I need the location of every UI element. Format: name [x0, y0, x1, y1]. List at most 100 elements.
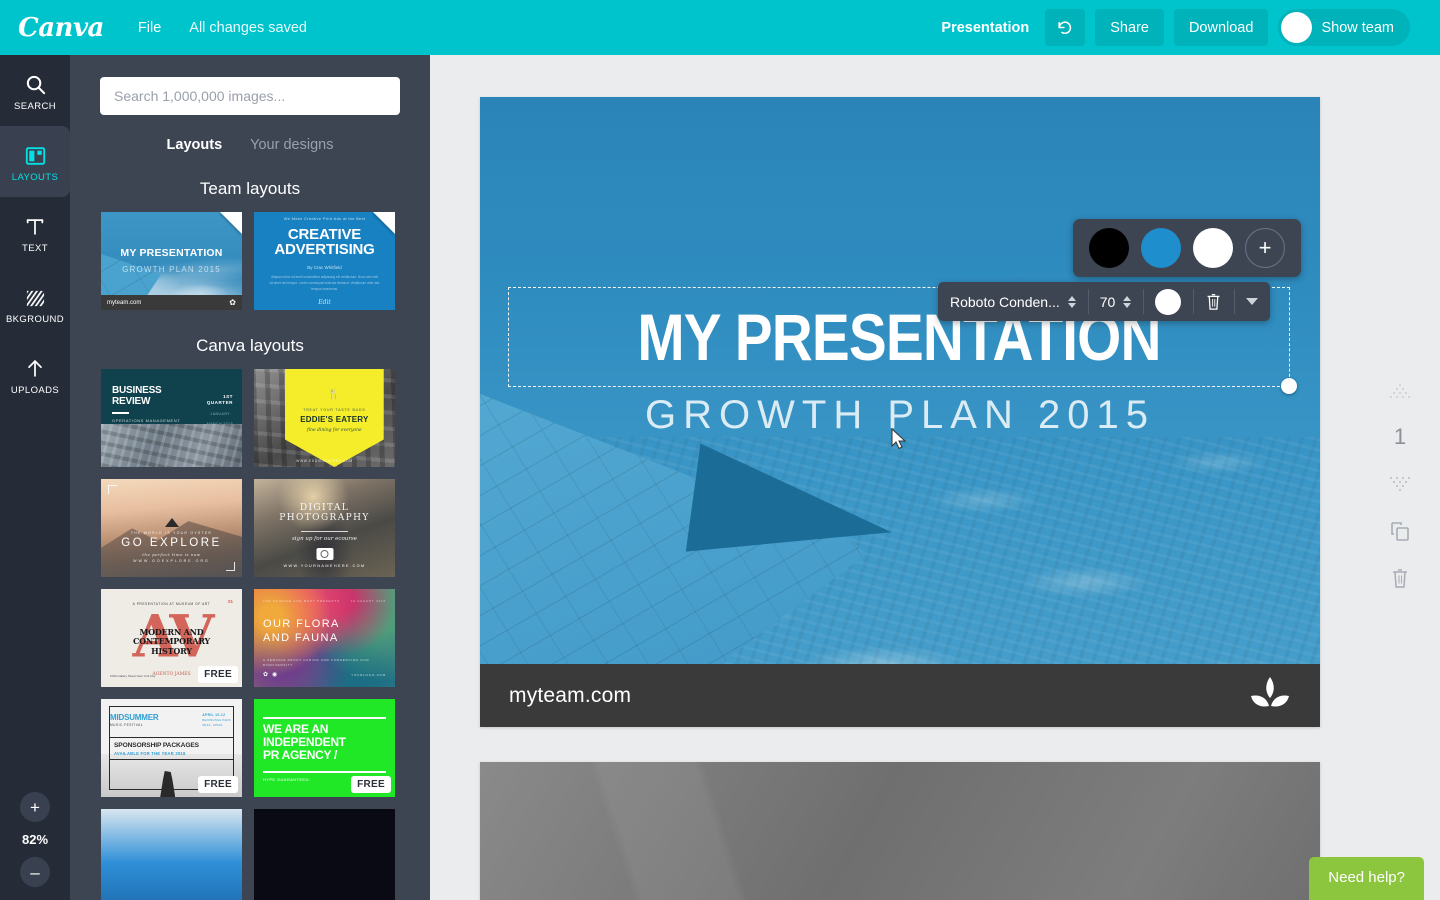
festival-name: MIDSUMMER: [110, 713, 159, 722]
thumb-title: OUR FLORA AND FAUNA: [263, 618, 340, 646]
globe-icon: ◉: [272, 672, 278, 678]
layout-thumb-partial[interactable]: [254, 809, 395, 900]
slide-2[interactable]: [480, 762, 1320, 900]
slide-number-value: 1: [1393, 424, 1407, 449]
layout-thumb-our-flora-and-fauna[interactable]: THE SCIENCE AND BODY PRESENTS 19 AUGUST …: [254, 589, 395, 687]
sidebar-item-text[interactable]: TEXT: [0, 197, 70, 268]
document-title[interactable]: Presentation: [941, 20, 1029, 36]
sidebar-item-layouts[interactable]: LAYOUTS: [0, 126, 70, 197]
layouts-panel: Layouts Your designs Team layouts MY PRE…: [70, 55, 430, 900]
slide-1[interactable]: MY PRESENTATION GROWTH PLAN 2015 myteam.…: [480, 97, 1320, 727]
layout-thumb-modern-contemporary-history[interactable]: A PRESENTATION AT MUSEUM OF ART 01 AV MO…: [101, 589, 242, 687]
trash-icon: [1393, 569, 1407, 588]
share-button[interactable]: Share: [1095, 9, 1164, 46]
thumb-title-line3: PR AGENCY /: [263, 747, 338, 762]
move-slide-down-button[interactable]: [1385, 469, 1415, 499]
save-status: All changes saved: [189, 19, 307, 36]
top-bar-actions: Presentation Share Download Show team: [941, 9, 1440, 46]
show-team-label: Show team: [1321, 19, 1394, 36]
venue-line2: IBIZA, SPAIN: [202, 723, 223, 728]
thumb-title: WE ARE AN INDEPENDENT PR AGENCY /: [263, 723, 346, 762]
layout-thumb-my-presentation[interactable]: MY PRESENTATION GROWTH PLAN 2015 myteam.…: [101, 212, 242, 310]
leaf-icon: [1251, 676, 1289, 707]
search-input[interactable]: [100, 77, 400, 115]
team-layouts-grid: MY PRESENTATION GROWTH PLAN 2015 myteam.…: [70, 212, 430, 310]
zoom-out-button[interactable]: –: [20, 857, 50, 887]
layout-thumb-go-explore[interactable]: THE WORLD IS YOUR OYSTER GO EXPLORE the …: [101, 479, 242, 577]
thumb-credit: AGENTO JAMES: [152, 672, 191, 677]
text-icon: [24, 212, 46, 238]
leaf-icon: ✿: [229, 298, 236, 307]
file-menu[interactable]: File: [138, 20, 161, 36]
sidebar-label-uploads: UPLOADS: [10, 384, 60, 396]
sidebar-label-text: TEXT: [22, 242, 48, 254]
tab-layouts[interactable]: Layouts: [167, 137, 223, 153]
quarter-line2: QUARTER: [206, 400, 233, 406]
thumb-title-line2: PHOTOGRAPHY: [279, 513, 370, 524]
layout-thumb-partial[interactable]: [101, 809, 242, 900]
zoom-in-button[interactable]: +: [20, 792, 50, 822]
layout-thumb-business-review[interactable]: BUSINESS REVIEW OPERATIONS MANAGEMENT 1S…: [101, 369, 242, 467]
corner-mark-icon: [108, 485, 117, 494]
font-family-selector[interactable]: Roboto Conden...: [938, 282, 1088, 321]
canva-editor: Canva File All changes saved Presentatio…: [0, 0, 1440, 900]
font-size-selector[interactable]: 70: [1087, 282, 1144, 321]
thumb-footer: myteam.com ✿: [101, 295, 242, 310]
more-options-button[interactable]: [1234, 282, 1270, 321]
layout-thumb-creative-advertising[interactable]: We Make Creative Print Ads at the Best C…: [254, 212, 395, 310]
move-up-icon: [1390, 383, 1410, 398]
slide-tools-strip: 1: [1360, 375, 1440, 593]
color-swatch-blue[interactable]: [1141, 228, 1181, 268]
sidebar-label-search: SEARCH: [14, 100, 56, 112]
festival-sub: MUSIC FESTIVAL: [110, 723, 143, 727]
tab-your-designs[interactable]: Your designs: [250, 137, 333, 153]
sidebar-item-search[interactable]: SEARCH: [0, 55, 70, 126]
duplicate-slide-button[interactable]: [1385, 516, 1415, 546]
thumb-date: 19 AUGUST 2015: [350, 599, 386, 603]
move-slide-up-button[interactable]: [1385, 375, 1415, 405]
canvas-area[interactable]: MY PRESENTATION GROWTH PLAN 2015 myteam.…: [430, 55, 1440, 900]
slide-footer-url: myteam.com: [509, 683, 632, 707]
search-icon: [24, 70, 47, 96]
canva-layouts-grid: BUSINESS REVIEW OPERATIONS MANAGEMENT 1S…: [70, 369, 430, 900]
chevron-updown-icon: [1123, 295, 1132, 308]
layout-thumb-midsummer-sponsorship[interactable]: MIDSUMMER MUSIC FESTIVAL APRIL 10-12 BEN…: [101, 699, 242, 797]
add-color-button[interactable]: +: [1245, 228, 1285, 268]
sidebar-item-uploads[interactable]: UPLOADS: [0, 339, 70, 410]
cutlery-icon: 🍴: [327, 389, 342, 400]
thumb-url: WWW.EDDIESEATERY.COM: [296, 459, 353, 463]
thumb-title-line3: HISTORY: [151, 645, 192, 656]
need-help-button[interactable]: Need help?: [1309, 857, 1424, 900]
thumb-eyebrow: TREAT YOUR TASTE BUDS: [303, 408, 366, 412]
color-swatch-white[interactable]: [1193, 228, 1233, 268]
panel-search: [70, 55, 430, 115]
slide-subtitle[interactable]: GROWTH PLAN 2015: [480, 393, 1320, 438]
sidebar-item-background[interactable]: BKGROUND: [0, 268, 70, 339]
download-button[interactable]: Download: [1173, 9, 1269, 46]
resize-handle-bottom-right[interactable]: [1281, 378, 1297, 394]
font-family-value: Roboto Conden...: [950, 293, 1060, 310]
divider: [109, 737, 234, 738]
layout-thumb-pr-agency[interactable]: WE ARE AN INDEPENDENT PR AGENCY / HYPE G…: [254, 699, 395, 797]
delete-text-button[interactable]: [1193, 282, 1234, 321]
text-color-button[interactable]: [1143, 282, 1193, 321]
delete-slide-button[interactable]: [1385, 563, 1415, 593]
sidebar-label-layouts: LAYOUTS: [11, 171, 59, 183]
dates: APRIL 10-12: [202, 713, 226, 717]
layout-thumb-digital-photography[interactable]: DIGITAL PHOTOGRAPHY sign up for our ecou…: [254, 479, 395, 577]
canva-layouts-title: Canva layouts: [196, 336, 304, 355]
layout-thumb-eddies-eatery[interactable]: 🍴 TREAT YOUR TASTE BUDS EDDIE'S EATERY f…: [254, 369, 395, 467]
camera-icon: [316, 547, 333, 560]
zoom-level: 82%: [21, 832, 49, 847]
color-swatch-toolbar: +: [1073, 219, 1301, 277]
page-curl-icon: [220, 212, 242, 234]
free-badge: FREE: [351, 776, 391, 793]
canva-logo[interactable]: Canva: [18, 15, 104, 41]
thumb-url: WWW.GOEXPLORE.ORG: [133, 559, 210, 563]
undo-button[interactable]: [1045, 9, 1086, 46]
thumb-title-line2: INDEPENDENT: [263, 734, 346, 749]
text-format-toolbar: Roboto Conden... 70: [938, 282, 1271, 321]
color-swatch-black[interactable]: [1089, 228, 1129, 268]
show-team-button[interactable]: Show team: [1278, 9, 1410, 46]
thumb-title-line1: WE ARE AN: [263, 722, 329, 736]
